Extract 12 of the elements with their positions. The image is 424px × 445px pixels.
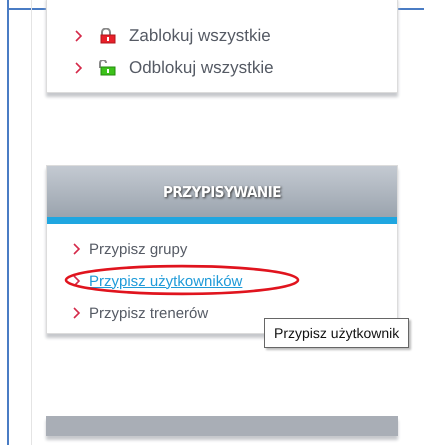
panel-title: PRZYPISYWANIE (163, 182, 281, 200)
menu-link[interactable]: Przypisz trenerów (89, 304, 208, 322)
chevron-icon (73, 243, 81, 255)
chevron-icon (75, 30, 83, 42)
menu-link[interactable]: Przypisz grupy (89, 240, 188, 258)
chevron-icon (73, 275, 81, 287)
chevron-icon (73, 307, 81, 319)
menu-link[interactable]: Zablokuj wszystkie (129, 26, 271, 46)
padlock-icon (97, 60, 117, 76)
tooltip: Przypisz użytkownik (264, 318, 410, 348)
menu-link[interactable]: Odblokuj wszystkie (129, 58, 274, 78)
chevron-icon (75, 62, 83, 74)
